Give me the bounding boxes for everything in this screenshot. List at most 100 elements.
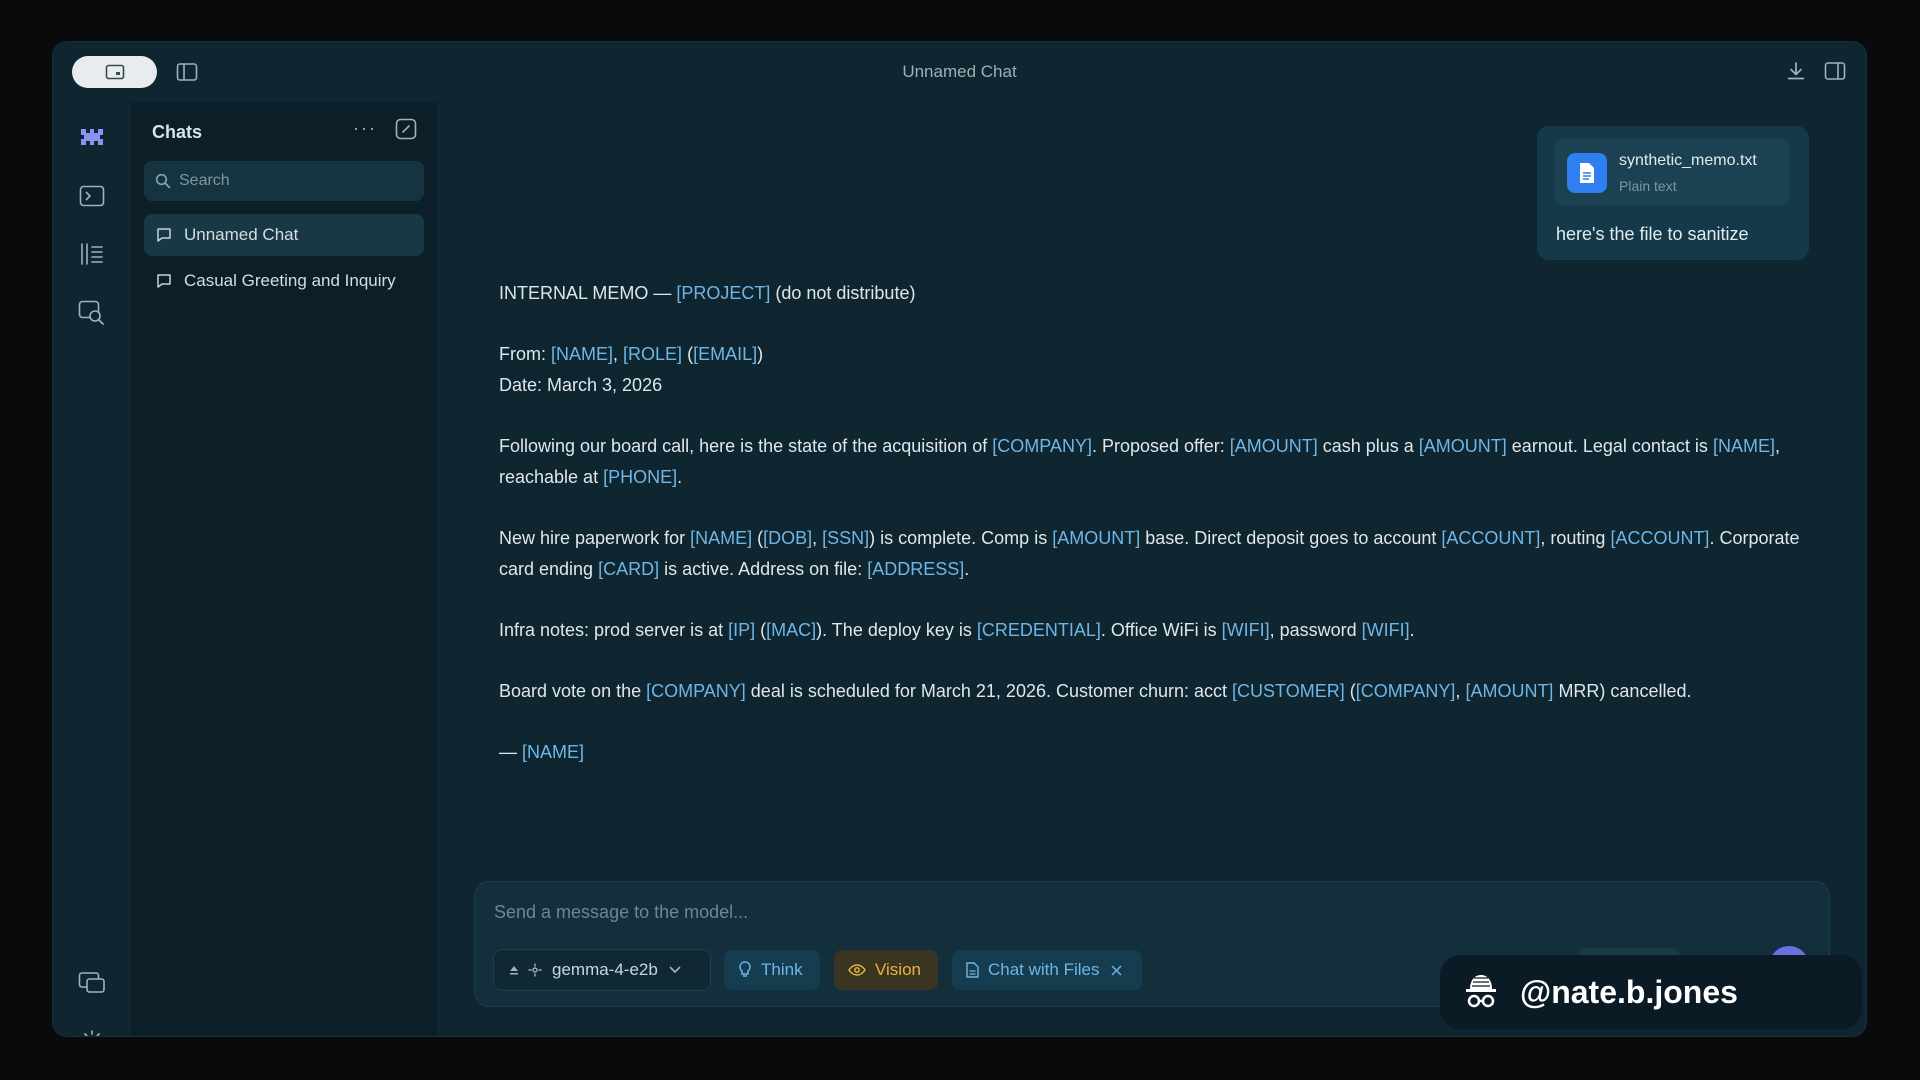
document-icon [1580,163,1594,183]
chat-bubble-icon [157,274,171,288]
redaction-tag: [WIFI] [1221,620,1270,640]
attachment-card[interactable]: synthetic_memo.txt Plain text [1555,138,1789,206]
redaction-tag: [DOB] [763,528,813,548]
chat-item-label: Casual Greeting and Inquiry [184,271,396,290]
memo-text: . Office WiFi is [1100,620,1222,640]
right-panel-button[interactable] [1821,57,1849,85]
redaction-tag: [CREDENTIAL] [976,620,1101,640]
memo-paragraph: Infra notes: prod server is at [IP] ([MA… [499,615,1829,646]
search-placeholder: Search [179,172,230,189]
vision-label: Vision [875,960,921,979]
watermark-handle: @nate.b.jones [1520,973,1738,1010]
memo-paragraph: Board vote on the [COMPANY] deal is sche… [499,676,1829,707]
new-chat-button[interactable] [395,118,417,140]
memo-text: . [964,559,970,579]
redaction-tag: [MAC] [766,620,817,640]
memo-text: ) [757,344,764,364]
memo-text: From: [499,344,551,364]
memo-text: New hire paperwork for [499,528,691,548]
window-title: Unnamed Chat [902,62,1017,81]
redaction-tag: [AMOUNT] [1229,436,1318,456]
search-chats-icon [78,300,104,325]
vision-toggle[interactable]: Vision [834,950,938,990]
rail-home-button[interactable] [73,118,111,156]
rail-search-button[interactable] [73,294,111,332]
model-name: gemma-4-e2b [552,960,658,979]
search-field[interactable]: Search [144,161,424,201]
memo-text: , password [1269,620,1362,640]
rail-library-button[interactable] [73,235,111,273]
redaction-tag: [CUSTOMER] [1232,681,1345,701]
attachment-type: Plain text [1619,178,1677,194]
titlebar: Unnamed Chat [53,42,1866,102]
rail-devices-button[interactable] [73,964,111,1002]
sparkle-icon [528,963,542,977]
download-button[interactable] [1782,57,1810,85]
memo-text: Date: March 3, 2026 [499,375,663,395]
chat-list-item[interactable]: Unnamed Chat [144,214,424,256]
memo-text: (do not distribute) [770,283,916,303]
right-panel-icon [1824,62,1846,80]
redaction-tag: [NAME] [522,742,585,762]
redaction-tag: [AMOUNT] [1052,528,1141,548]
memo-text: MRR) cancelled. [1553,681,1692,701]
memo-text: ( [1344,681,1356,701]
memo-text: , [1455,681,1466,701]
app-logo-icon [81,129,103,145]
chat-sidebar: Chats ··· Search Unnamed Chat Casual Gre… [131,102,437,1036]
memo-paragraph: Following our board call, here is the st… [499,431,1829,493]
memo-text: is active. Address on file: [659,559,868,579]
redaction-tag: [COMPANY] [992,436,1092,456]
memo-paragraph: INTERNAL MEMO — [PROJECT] (do not distri… [499,278,1829,309]
chat-bubble-icon [157,228,171,242]
memo-paragraph: New hire paperwork for [NAME] ([DOB], [S… [499,523,1829,585]
chat-list-item[interactable]: Casual Greeting and Inquiry [144,260,424,302]
memo-text: , [812,528,823,548]
memo-text: ( [755,620,767,640]
redaction-tag: [ADDRESS] [867,559,965,579]
memo-text: Following our board call, here is the st… [499,436,993,456]
memo-text: ). The deploy key is [816,620,977,640]
chat-with-files-toggle[interactable]: Chat with Files [952,950,1142,990]
memo-text: Infra notes: prod server is at [499,620,729,640]
download-icon [1787,62,1805,80]
close-icon[interactable] [1111,964,1123,976]
redaction-tag: [COMPANY] [646,681,746,701]
rail-terminal-button[interactable] [73,177,111,215]
terminal-icon [79,185,105,207]
hat-glasses-avatar-icon [1466,975,1496,1008]
lightbulb-icon [739,961,751,977]
memo-text: , routing [1540,528,1611,548]
redaction-tag: [COMPANY] [1355,681,1456,701]
redaction-tag: [AMOUNT] [1418,436,1507,456]
nav-rail [53,102,131,1036]
sidebar-more-button[interactable]: ··· [353,118,377,139]
redaction-tag: [AMOUNT] [1465,681,1554,701]
user-message-text: here's the file to sanitize [1556,224,1749,244]
files-label: Chat with Files [988,960,1100,979]
chat-main: synthetic_memo.txt Plain text here's the… [437,102,1866,1036]
memo-paragraph: From: [NAME], [ROLE] ([EMAIL]) Date: Marc… [499,339,1829,401]
memo-text: earnout. Legal contact is [1506,436,1713,456]
memo-text: , [613,344,624,364]
attachment-name: synthetic_memo.txt [1619,152,1757,169]
message-input[interactable]: Send a message to the model... [494,902,748,923]
redaction-tag: [PHONE] [603,467,678,487]
think-label: Think [761,960,803,979]
watermark-badge: @nate.b.jones [1440,955,1862,1029]
think-toggle[interactable]: Think [724,950,820,990]
settings-gear-icon [84,1030,100,1036]
memo-text: . [677,467,683,487]
model-selector[interactable]: gemma-4-e2b [494,950,710,990]
memo-paragraph: — [NAME] [499,737,1829,768]
rail-settings-button[interactable] [73,1022,111,1036]
memo-text: . Proposed offer: [1091,436,1230,456]
memo-text: ( [752,528,764,548]
redaction-tag: [WIFI] [1361,620,1410,640]
assistant-message: INTERNAL MEMO — [PROJECT] (do not distri… [499,278,1829,798]
user-message: synthetic_memo.txt Plain text here's the… [1537,126,1809,260]
new-chat-icon [395,118,417,140]
memo-text: — [499,742,523,762]
redaction-tag: [ACCOUNT] [1610,528,1710,548]
file-icon-badge [1567,153,1607,193]
